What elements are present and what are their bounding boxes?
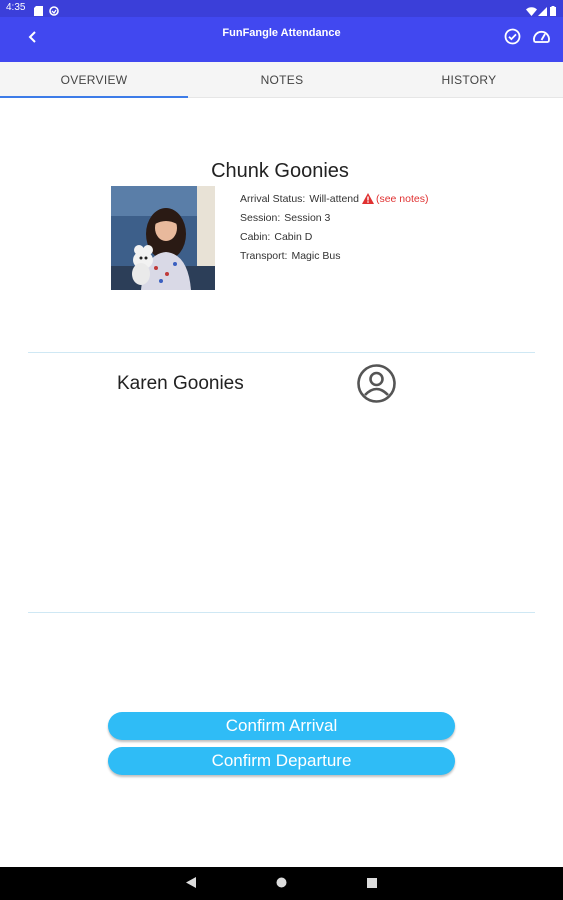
transport-label: Transport: <box>240 249 288 262</box>
cabin-value: Cabin D <box>274 230 313 243</box>
camper-name: Chunk Goonies <box>211 160 349 182</box>
session-value: Session 3 <box>284 211 331 224</box>
tab-history[interactable]: HISTORY <box>375 62 563 98</box>
nav-recents-button[interactable] <box>362 874 382 894</box>
camper-details: Arrival Status: Will-attend (see notes) S… <box>240 189 429 265</box>
session-row: Session: Session 3 <box>240 208 429 227</box>
tab-bar: OVERVIEW NOTES HISTORY <box>0 62 563 98</box>
nav-home-button[interactable] <box>271 874 291 894</box>
app-bar: FunFangle Attendance <box>0 17 563 62</box>
cabin-row: Cabin: Cabin D <box>240 227 429 246</box>
tab-label: NOTES <box>260 73 304 87</box>
transport-value: Magic Bus <box>291 249 341 262</box>
check-circle-icon <box>504 28 521 50</box>
circle-home-icon <box>276 875 287 893</box>
arrival-status-label: Arrival Status: <box>240 192 306 205</box>
active-tab-indicator <box>0 96 188 98</box>
tab-label: OVERVIEW <box>60 73 128 87</box>
square-recents-icon <box>367 875 377 893</box>
session-label: Session: <box>240 211 281 224</box>
tab-notes[interactable]: NOTES <box>188 62 376 98</box>
arrival-status-value: Will-attend <box>309 192 359 205</box>
system-nav-bar <box>0 867 563 900</box>
triangle-back-icon <box>186 875 196 893</box>
camper-photo[interactable] <box>111 186 215 290</box>
see-notes-link[interactable]: (see notes) <box>376 193 429 205</box>
warning-icon <box>361 193 374 204</box>
nav-back-button[interactable] <box>181 874 201 894</box>
tab-label: HISTORY <box>441 73 497 87</box>
divider <box>28 352 535 353</box>
confirm-departure-button[interactable]: Confirm Departure <box>108 747 455 775</box>
tab-overview[interactable]: OVERVIEW <box>0 62 188 98</box>
confirm-arrival-button[interactable]: Confirm Arrival <box>108 712 455 740</box>
app-title: FunFangle Attendance <box>222 27 341 39</box>
guardian-name: Karen Goonies <box>117 373 244 394</box>
status-time: 4:35 <box>6 2 26 13</box>
arrival-status-row: Arrival Status: Will-attend (see notes) <box>240 189 429 208</box>
person-circle-icon[interactable] <box>356 363 397 404</box>
divider <box>28 612 535 613</box>
speedometer-icon <box>532 28 551 50</box>
speedometer-button[interactable] <box>530 28 552 50</box>
status-bar: 4:35 <box>0 0 563 17</box>
check-circle-button[interactable] <box>501 28 523 50</box>
transport-row: Transport: Magic Bus <box>240 246 429 265</box>
cabin-label: Cabin: <box>240 230 271 243</box>
